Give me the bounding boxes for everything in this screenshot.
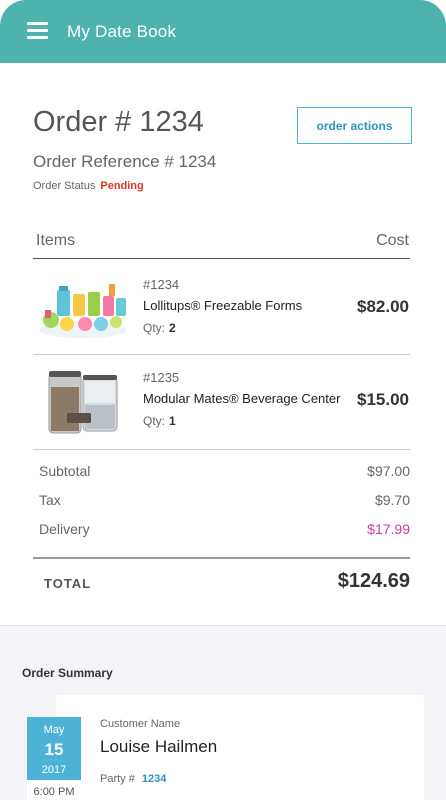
party-label: Party # xyxy=(100,773,135,785)
party-row: Party # 1234 xyxy=(100,773,166,785)
order-reference: Order Reference # 1234 xyxy=(33,152,217,171)
date-badge: May 15 2017 xyxy=(27,717,81,780)
order-title: Order # 1234 xyxy=(33,106,204,138)
customer-name-label: Customer Name xyxy=(100,718,181,730)
app-title: My Date Book xyxy=(67,22,177,41)
delivery-row: Delivery $17.99 xyxy=(39,521,410,537)
date-year: 2017 xyxy=(41,764,67,776)
app-bar: My Date Book xyxy=(0,0,446,63)
item-price: $82.00 xyxy=(357,297,409,316)
tax-value: $9.70 xyxy=(374,492,410,508)
delivery-value: $17.99 xyxy=(367,521,410,537)
order-actions-button[interactable]: order actions xyxy=(297,107,412,144)
customer-name: Louise Hailmen xyxy=(100,737,218,756)
cost-column-header: Cost xyxy=(376,232,409,249)
date-month: May xyxy=(43,724,65,736)
item-qty-label: Qty: xyxy=(143,321,166,335)
item-qty-label: Qty: xyxy=(143,414,166,428)
order-status-value: Pending xyxy=(100,180,144,192)
item-name: Lollitups® Freezable Forms xyxy=(143,298,303,313)
items-table-header: Items Cost xyxy=(33,230,410,259)
tax-label: Tax xyxy=(39,492,61,508)
order-status-row: Order Status Pending xyxy=(33,180,144,192)
item-qty: Qty: 1 xyxy=(143,414,176,428)
order-status-label: Order Status xyxy=(33,180,96,192)
item-sku: #1234 xyxy=(143,277,180,292)
subtotal-row: Subtotal $97.00 xyxy=(39,463,410,479)
subtotal-value: $97.00 xyxy=(367,463,410,479)
item-qty-value: 2 xyxy=(169,321,176,335)
app-frame: My Date Book Order # 1234 Order Referenc… xyxy=(0,0,446,800)
hamburger-menu-icon[interactable] xyxy=(27,22,48,39)
time-badge: 6:00 PM xyxy=(27,780,81,800)
total-value: $124.69 xyxy=(337,570,410,592)
order-item-row[interactable]: #1235 Modular Mates® Beverage Center Qty… xyxy=(33,355,410,450)
party-number-link[interactable]: 1234 xyxy=(142,773,166,785)
order-item-row[interactable]: #1234 Lollitups® Freezable Forms Qty: 2 $… xyxy=(33,260,410,355)
items-column-header: Items xyxy=(36,232,76,249)
item-sku: #1235 xyxy=(143,370,180,385)
product-image-freezable-forms xyxy=(37,272,129,342)
product-image-beverage-center xyxy=(37,367,129,437)
total-label: TOTAL xyxy=(44,576,92,591)
date-day: 15 xyxy=(44,740,64,759)
item-qty-value: 1 xyxy=(169,414,176,428)
customer-card[interactable]: Customer Name Louise Hailmen Party # 1234 xyxy=(56,695,424,800)
delivery-label: Delivery xyxy=(39,521,90,537)
item-qty: Qty: 2 xyxy=(143,321,176,335)
order-summary-title: Order Summary xyxy=(22,666,113,680)
subtotal-label: Subtotal xyxy=(39,463,91,479)
item-price: $15.00 xyxy=(357,390,409,409)
item-name: Modular Mates® Beverage Center xyxy=(143,391,341,406)
total-divider xyxy=(33,557,410,559)
tax-row: Tax $9.70 xyxy=(39,492,410,508)
